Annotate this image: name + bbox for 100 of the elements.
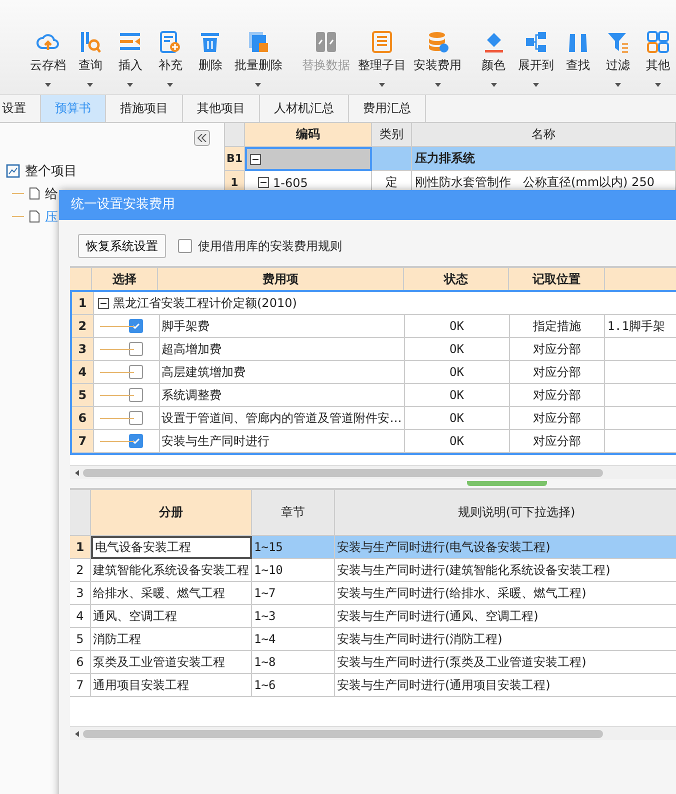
- collapse-icon[interactable]: [258, 177, 269, 188]
- table-cell: OK: [404, 430, 510, 453]
- table-cell: 1-605: [273, 176, 308, 190]
- tab[interactable]: 其他项目: [183, 95, 260, 122]
- checkbox[interactable]: [129, 411, 144, 425]
- table-cell: 1~15: [252, 536, 335, 559]
- table-cell: 脚手架费: [160, 315, 405, 338]
- table-cell: 通风、空调工程: [91, 605, 252, 628]
- table-cell: 1~7: [252, 582, 335, 605]
- row-number: 3: [72, 338, 94, 361]
- table-cell: 建筑智能化系统设备安装工程: [91, 559, 252, 582]
- table-cell: OK: [404, 407, 510, 430]
- toolbar-button[interactable]: 展开到: [516, 0, 556, 87]
- checkbox[interactable]: [129, 388, 144, 402]
- table-cell: 对应分部: [510, 407, 606, 430]
- list-icon: [370, 30, 394, 54]
- table-cell: 通用项目安装工程: [91, 674, 252, 697]
- table-cell: 压力排系统: [412, 147, 676, 171]
- toolbar-button[interactable]: 批量删除: [232, 0, 284, 87]
- grid-icon: [646, 30, 670, 54]
- toolbar-button[interactable]: 其他: [640, 0, 676, 87]
- scroll-left-icon[interactable]: [75, 730, 79, 736]
- row-number: 5: [70, 628, 91, 651]
- tree-item[interactable]: 给: [45, 184, 58, 202]
- toolbar-button[interactable]: 删除: [192, 0, 228, 74]
- tree-item[interactable]: 整个项目: [25, 162, 77, 180]
- check-icon: [131, 436, 142, 446]
- toolbar-button[interactable]: 补充: [152, 0, 188, 87]
- table-cell: 超高增加费: [160, 338, 405, 361]
- dialog-title: 统一设置安装费用: [59, 190, 676, 220]
- splitter-handle[interactable]: [467, 481, 547, 486]
- checkbox-label: 使用借用库的安装费用规则: [198, 238, 342, 254]
- table-cell: 对应分部: [510, 361, 606, 384]
- toolbar-button[interactable]: 过滤: [600, 0, 636, 87]
- row-number: 4: [72, 361, 94, 384]
- table-cell: 安装与生产同时进行(建筑智能化系统设备安装工程): [335, 559, 676, 582]
- project-icon: [6, 164, 20, 178]
- column-header: 费用项: [158, 268, 404, 291]
- toolbar-button[interactable]: 安装费用: [412, 0, 464, 87]
- toolbar-button[interactable]: 查询: [72, 0, 108, 87]
- table-cell: 1.1脚手架: [605, 315, 676, 338]
- checkbox[interactable]: [129, 342, 144, 356]
- tab[interactable]: 人材机汇总: [260, 95, 349, 122]
- table-cell: 1~3: [252, 605, 335, 628]
- table-cell: 安装与生产同时进行(通风、空调工程): [335, 605, 676, 628]
- funnel-icon: [606, 30, 630, 54]
- row-number: 2: [70, 559, 91, 582]
- scrollbar[interactable]: [70, 726, 676, 740]
- table-cell: 高层建筑增加费: [160, 361, 405, 384]
- double-chevron-icon: [197, 134, 207, 142]
- collapse-button[interactable]: [194, 130, 210, 146]
- table-cell: 给排水、采暖、燃气工程: [91, 582, 252, 605]
- collapse-icon[interactable]: [98, 298, 109, 308]
- check-icon: [131, 321, 142, 331]
- checkbox[interactable]: [129, 434, 144, 448]
- checkbox[interactable]: [129, 319, 144, 333]
- table-cell: 1~6: [252, 674, 335, 697]
- table-cell: 对应分部: [510, 384, 606, 407]
- row-number: 7: [70, 674, 91, 697]
- toolbar-button[interactable]: 整理子目: [356, 0, 408, 87]
- row-number: 5: [72, 384, 94, 407]
- column-header: 规则说明(可下拉选择): [335, 490, 676, 536]
- row-number: B1: [225, 147, 245, 171]
- row-number: 1: [70, 536, 91, 559]
- table-cell: 1~8: [252, 651, 335, 674]
- column-header: 分册: [91, 490, 252, 536]
- document-plus-icon: [158, 30, 182, 54]
- checkbox[interactable]: [178, 239, 192, 253]
- table-cell: 安装与生产同时进行(泵类及工业管道安装工程): [335, 651, 676, 674]
- checkbox[interactable]: [129, 365, 144, 379]
- tab[interactable]: 措施项目: [106, 95, 183, 122]
- row-number: 7: [72, 430, 94, 453]
- toolbar-button[interactable]: 查找: [560, 0, 596, 74]
- table-cell: 对应分部: [510, 338, 606, 361]
- table-cell: 设置于管道间、管廊内的管道及管道附件安…: [160, 407, 405, 430]
- table-cell: 对应分部: [510, 430, 606, 453]
- scrollbar[interactable]: [70, 465, 676, 479]
- row-number: 1: [72, 292, 94, 315]
- table-cell: 安装与生产同时进行(电气设备安装工程): [335, 536, 676, 559]
- table-cell: 1~10: [252, 559, 335, 582]
- tab[interactable]: 费用汇总: [349, 95, 426, 122]
- table-cell: 安装与生产同时进行(通用项目安装工程): [335, 674, 676, 697]
- table-cell: 消防工程: [91, 628, 252, 651]
- table-cell: 电气设备安装工程: [91, 536, 252, 559]
- table-cell: 安装与生产同时进行: [160, 430, 405, 453]
- column-header: 状态: [404, 268, 509, 291]
- search-list-icon: [78, 30, 102, 54]
- table-cell: OK: [404, 384, 510, 407]
- scroll-left-icon[interactable]: [75, 470, 79, 476]
- table-cell: OK: [404, 361, 510, 384]
- table-cell: OK: [404, 315, 510, 338]
- toolbar-button[interactable]: 插入: [112, 0, 148, 87]
- toolbar-button[interactable]: 云存档: [28, 0, 68, 87]
- table-cell: 安装与生产同时进行(给排水、采暖、燃气工程): [335, 582, 676, 605]
- toolbar-button[interactable]: 颜色: [476, 0, 512, 87]
- collapse-icon[interactable]: [250, 154, 261, 164]
- row-number: 4: [70, 605, 91, 628]
- table-cell: 系统调整费: [160, 384, 405, 407]
- row-number: 3: [70, 582, 91, 605]
- restore-button[interactable]: 恢复系统设置: [78, 234, 166, 258]
